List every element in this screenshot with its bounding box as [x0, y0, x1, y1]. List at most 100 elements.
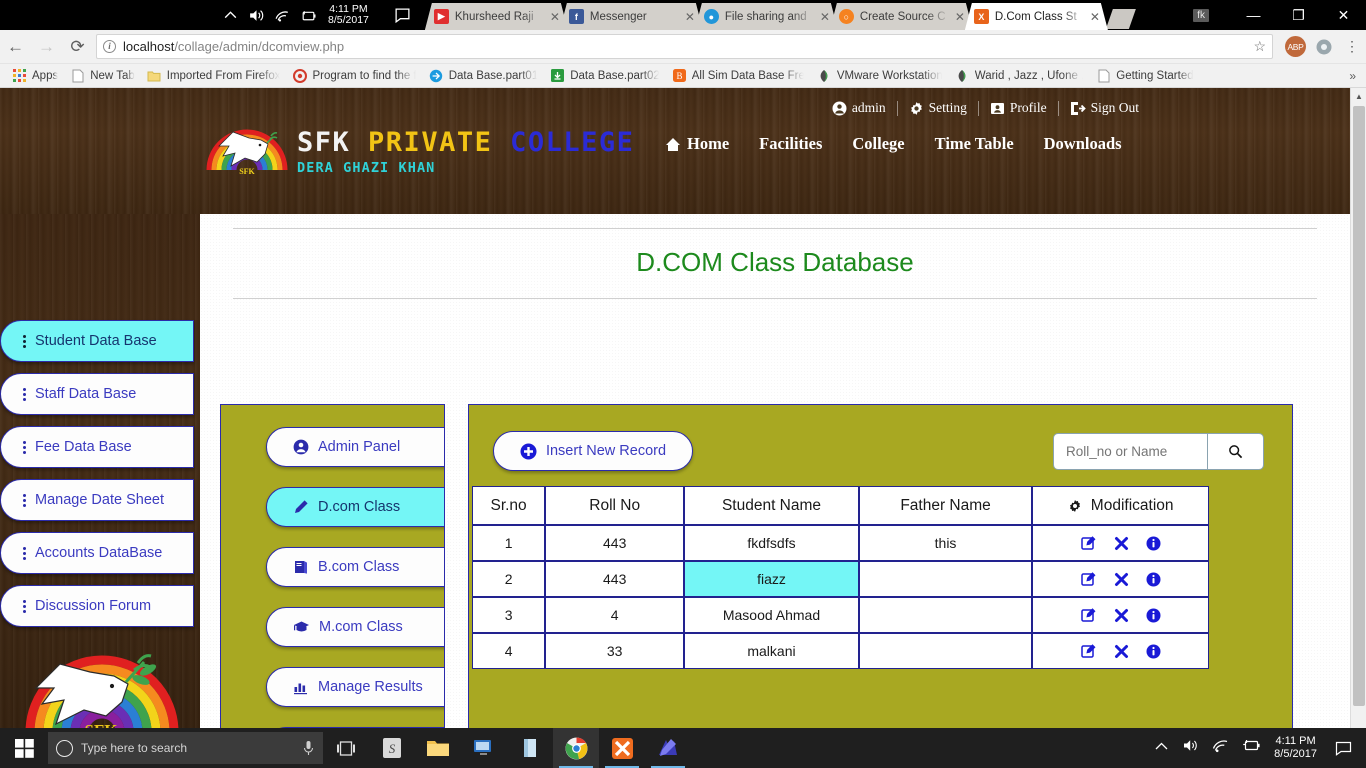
bookmark-item[interactable]: B All Sim Data Base Fre [666, 64, 811, 88]
sign-out-link[interactable]: Sign Out [1059, 100, 1150, 116]
browser-tab[interactable]: ● File sharing and ✕ [695, 3, 838, 30]
bookmark-item[interactable]: New Tab [64, 64, 141, 88]
sidebar-item-student-data-base[interactable]: Student Data Base [0, 320, 194, 362]
taskbar-search-box[interactable]: Type here to search [48, 732, 323, 764]
info-icon[interactable] [1146, 572, 1161, 587]
bookmark-item[interactable]: Getting Started [1090, 64, 1199, 88]
table-row[interactable]: 2 443 fiazz [472, 561, 1209, 597]
close-icon[interactable]: ✕ [953, 10, 967, 24]
column-header-student-name[interactable]: Student Name [684, 486, 859, 525]
info-icon[interactable] [1146, 536, 1161, 551]
delete-icon[interactable] [1114, 644, 1129, 659]
close-icon[interactable]: ✕ [683, 10, 697, 24]
close-icon[interactable]: ✕ [818, 10, 832, 24]
site-info-icon[interactable]: i [103, 40, 116, 53]
reload-icon[interactable]: ⟳ [62, 37, 93, 57]
column-header-roll-no[interactable]: Roll No [545, 486, 684, 525]
sidebar-item-fee-data-base[interactable]: Fee Data Base [0, 426, 194, 468]
nav-button-bcom-class[interactable]: B.com Class [266, 547, 445, 587]
info-icon[interactable] [1146, 644, 1161, 659]
edit-icon[interactable] [1081, 535, 1097, 551]
table-row[interactable]: 1 443 fkdfsdfs this [472, 525, 1209, 561]
action-center-icon[interactable] [1330, 741, 1356, 756]
browser-tab[interactable]: ▶ Khursheed Raji ✕ [425, 3, 568, 30]
nav-button-admin-panel[interactable]: Admin Panel [266, 427, 445, 467]
show-hidden-icons-icon[interactable] [222, 7, 239, 24]
nav-button-mcom-class[interactable]: M.com Class [266, 607, 445, 647]
info-icon[interactable] [1146, 608, 1161, 623]
taskbar-app-chrome[interactable] [553, 728, 599, 768]
sidebar-item-staff-data-base[interactable]: Staff Data Base [0, 373, 194, 415]
close-icon[interactable]: ✕ [1088, 10, 1102, 24]
bookmark-item[interactable]: Imported From Firefox [141, 64, 287, 88]
bookmark-apps[interactable]: Apps [6, 64, 64, 88]
battery-charging-icon[interactable] [1242, 739, 1261, 757]
wifi-icon[interactable] [1212, 739, 1229, 758]
wifi-icon[interactable] [274, 7, 291, 24]
bookmark-item[interactable]: Data Base.part02 [544, 64, 666, 88]
volume-icon[interactable] [1182, 738, 1199, 758]
address-bar[interactable]: i localhost/collage/admin/dcomview.php ☆ [96, 34, 1273, 59]
close-icon[interactable]: ✕ [548, 10, 562, 24]
new-tab-button[interactable] [1106, 9, 1136, 29]
sidebar-item-accounts-database[interactable]: Accounts DataBase [0, 532, 194, 574]
edit-icon[interactable] [1081, 643, 1097, 659]
taskbar-app-remote-desktop[interactable] [461, 728, 507, 768]
profile-avatar[interactable]: ABP [1285, 36, 1306, 57]
bookmarks-overflow-icon[interactable]: » [1349, 69, 1366, 83]
maximize-button[interactable]: ❐ [1276, 7, 1321, 24]
back-icon[interactable]: ← [0, 37, 31, 57]
bookmark-item[interactable]: Warid , Jazz , Ufone , [949, 64, 1091, 88]
bookmark-item[interactable]: VMware Workstation [811, 64, 949, 88]
profile-link[interactable]: Profile [979, 100, 1058, 116]
scrollbar-thumb[interactable] [1353, 106, 1365, 706]
start-button[interactable] [0, 728, 48, 768]
nav-item-downloads[interactable]: Downloads [1044, 134, 1122, 154]
column-header-father-name[interactable]: Father Name [859, 486, 1033, 525]
nav-button-dcom-class[interactable]: D.com Class [266, 487, 445, 527]
taskbar-clock[interactable]: 4:11 PM 8/5/2017 [1274, 735, 1317, 761]
table-row[interactable]: 4 33 malkani [472, 633, 1209, 669]
volume-icon[interactable] [248, 7, 265, 24]
setting-link[interactable]: Setting [898, 100, 978, 116]
delete-icon[interactable] [1114, 536, 1129, 551]
browser-tab-active[interactable]: X D.Com Class St ✕ [965, 3, 1108, 30]
table-row[interactable]: 3 4 Masood Ahmad [472, 597, 1209, 633]
edit-icon[interactable] [1081, 571, 1097, 587]
taskbar-app-notepad[interactable] [507, 728, 553, 768]
nav-item-facilities[interactable]: Facilities [759, 134, 822, 154]
scroll-up-icon[interactable]: ▲ [1351, 88, 1366, 104]
bookmark-item[interactable]: Program to find the f [287, 64, 423, 88]
tray-clock[interactable]: 4:11 PM 8/5/2017 [328, 4, 369, 27]
column-header-srno[interactable]: Sr.no [472, 486, 545, 525]
show-hidden-icons-icon[interactable] [1154, 739, 1169, 757]
bookmark-item[interactable]: Data Base.part01 [423, 64, 545, 88]
taskbar-app-sublime[interactable]: S [369, 728, 415, 768]
task-view-button[interactable] [323, 728, 369, 768]
delete-icon[interactable] [1114, 608, 1129, 623]
taskbar-app-file-explorer[interactable] [415, 728, 461, 768]
minimize-button[interactable]: — [1231, 7, 1276, 23]
edit-icon[interactable] [1081, 607, 1097, 623]
action-center-icon[interactable] [394, 7, 411, 24]
bookmark-star-icon[interactable]: ☆ [1253, 38, 1266, 55]
extension-icon[interactable] [1314, 37, 1334, 57]
nav-item-time-table[interactable]: Time Table [935, 134, 1014, 154]
close-window-button[interactable]: ✕ [1321, 7, 1366, 24]
battery-charging-icon[interactable] [300, 7, 317, 24]
nav-item-home[interactable]: Home [665, 134, 729, 154]
search-input[interactable] [1053, 433, 1208, 470]
admin-link[interactable]: admin [821, 100, 897, 116]
site-brand[interactable]: SFK SFK PRIVATE COLLEGE DERA GHAZI KHAN [205, 118, 634, 178]
taskbar-app-editor[interactable] [645, 728, 691, 768]
column-header-modification[interactable]: Modification [1032, 486, 1209, 525]
nav-item-college[interactable]: College [852, 134, 904, 154]
forward-icon[interactable]: → [31, 37, 62, 57]
nav-button-manage-results[interactable]: Manage Results [266, 667, 445, 707]
microphone-icon[interactable] [302, 740, 315, 756]
chrome-menu-icon[interactable]: ⋮ [1341, 38, 1363, 55]
taskbar-app-xampp[interactable] [599, 728, 645, 768]
insert-new-record-button[interactable]: Insert New Record [493, 431, 693, 471]
delete-icon[interactable] [1114, 572, 1129, 587]
sidebar-item-manage-date-sheet[interactable]: Manage Date Sheet [0, 479, 194, 521]
